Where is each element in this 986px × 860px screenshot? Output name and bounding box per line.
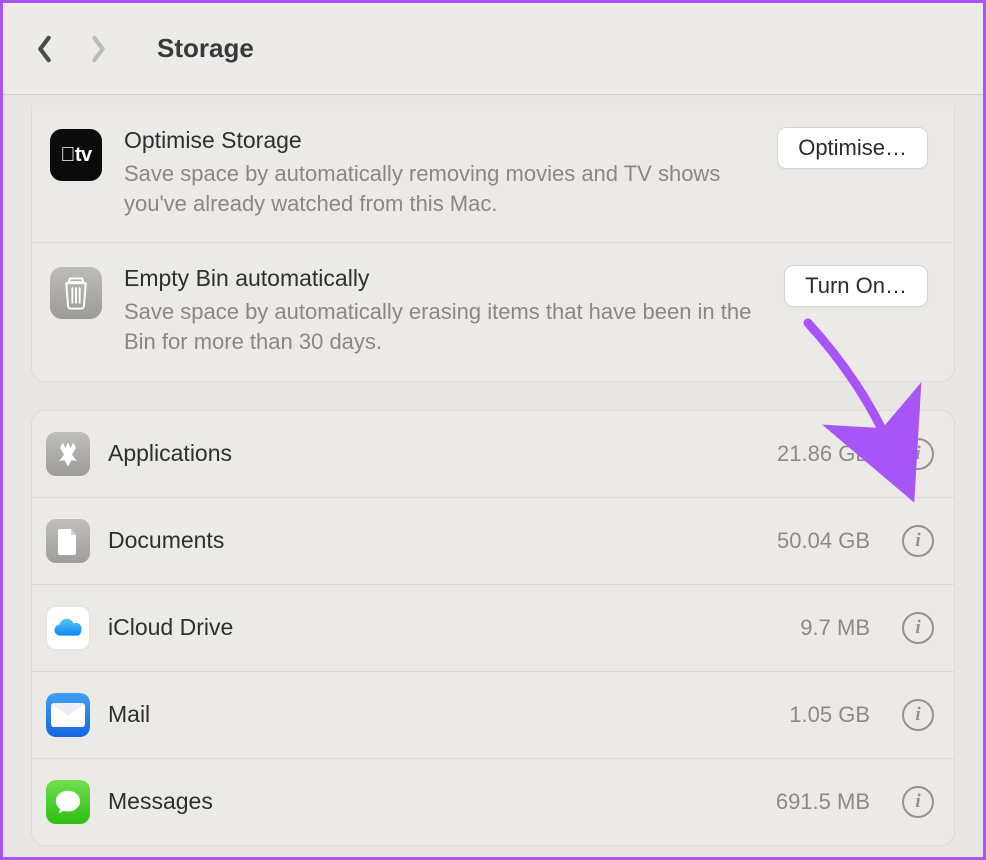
categories-card: Applications 21.86 GB i Documents 50.04 … (31, 410, 955, 846)
optimise-button[interactable]: Optimise… (777, 127, 928, 169)
recommendation-empty-bin: Empty Bin automatically Save space by au… (32, 242, 954, 380)
category-size: 691.5 MB (776, 789, 870, 815)
back-button[interactable] (33, 32, 55, 66)
applications-icon (46, 432, 90, 476)
forward-button[interactable] (87, 32, 109, 66)
content: tv Optimise Storage Save space by autom… (3, 95, 983, 846)
info-button[interactable]: i (902, 525, 934, 557)
category-size: 50.04 GB (777, 528, 870, 554)
titlebar: Storage (3, 3, 983, 95)
info-button[interactable]: i (902, 786, 934, 818)
trash-icon (50, 267, 102, 319)
icloud-icon (46, 606, 90, 650)
category-size: 9.7 MB (800, 615, 870, 641)
category-label: iCloud Drive (108, 614, 782, 641)
recommendation-text: Optimise Storage Save space by automatic… (124, 127, 755, 218)
category-mail[interactable]: Mail 1.05 GB i (32, 671, 954, 758)
recommendation-text: Empty Bin automatically Save space by au… (124, 265, 762, 356)
apple-tv-icon: tv (50, 129, 102, 181)
info-button[interactable]: i (902, 612, 934, 644)
category-label: Mail (108, 701, 771, 728)
recommendation-desc: Save space by automatically erasing item… (124, 297, 762, 356)
mail-icon (46, 693, 90, 737)
category-label: Messages (108, 788, 758, 815)
category-label: Documents (108, 527, 759, 554)
category-messages[interactable]: Messages 691.5 MB i (32, 758, 954, 845)
category-size: 21.86 GB (777, 441, 870, 467)
documents-icon (46, 519, 90, 563)
recommendation-desc: Save space by automatically removing mov… (124, 159, 755, 218)
page-title: Storage (157, 33, 254, 64)
messages-icon (46, 780, 90, 824)
nav-arrows (33, 32, 109, 66)
chevron-left-icon (36, 35, 53, 63)
turn-on-button[interactable]: Turn On… (784, 265, 928, 307)
info-button[interactable]: i (902, 699, 934, 731)
category-label: Applications (108, 440, 759, 467)
recommendation-title: Empty Bin automatically (124, 265, 762, 292)
recommendation-title: Optimise Storage (124, 127, 755, 154)
recommendation-optimise: tv Optimise Storage Save space by autom… (32, 105, 954, 242)
info-button[interactable]: i (902, 438, 934, 470)
recommendations-card: tv Optimise Storage Save space by autom… (31, 105, 955, 382)
chevron-right-icon (90, 35, 107, 63)
category-applications[interactable]: Applications 21.86 GB i (32, 411, 954, 497)
category-size: 1.05 GB (789, 702, 870, 728)
category-documents[interactable]: Documents 50.04 GB i (32, 497, 954, 584)
category-icloud[interactable]: iCloud Drive 9.7 MB i (32, 584, 954, 671)
